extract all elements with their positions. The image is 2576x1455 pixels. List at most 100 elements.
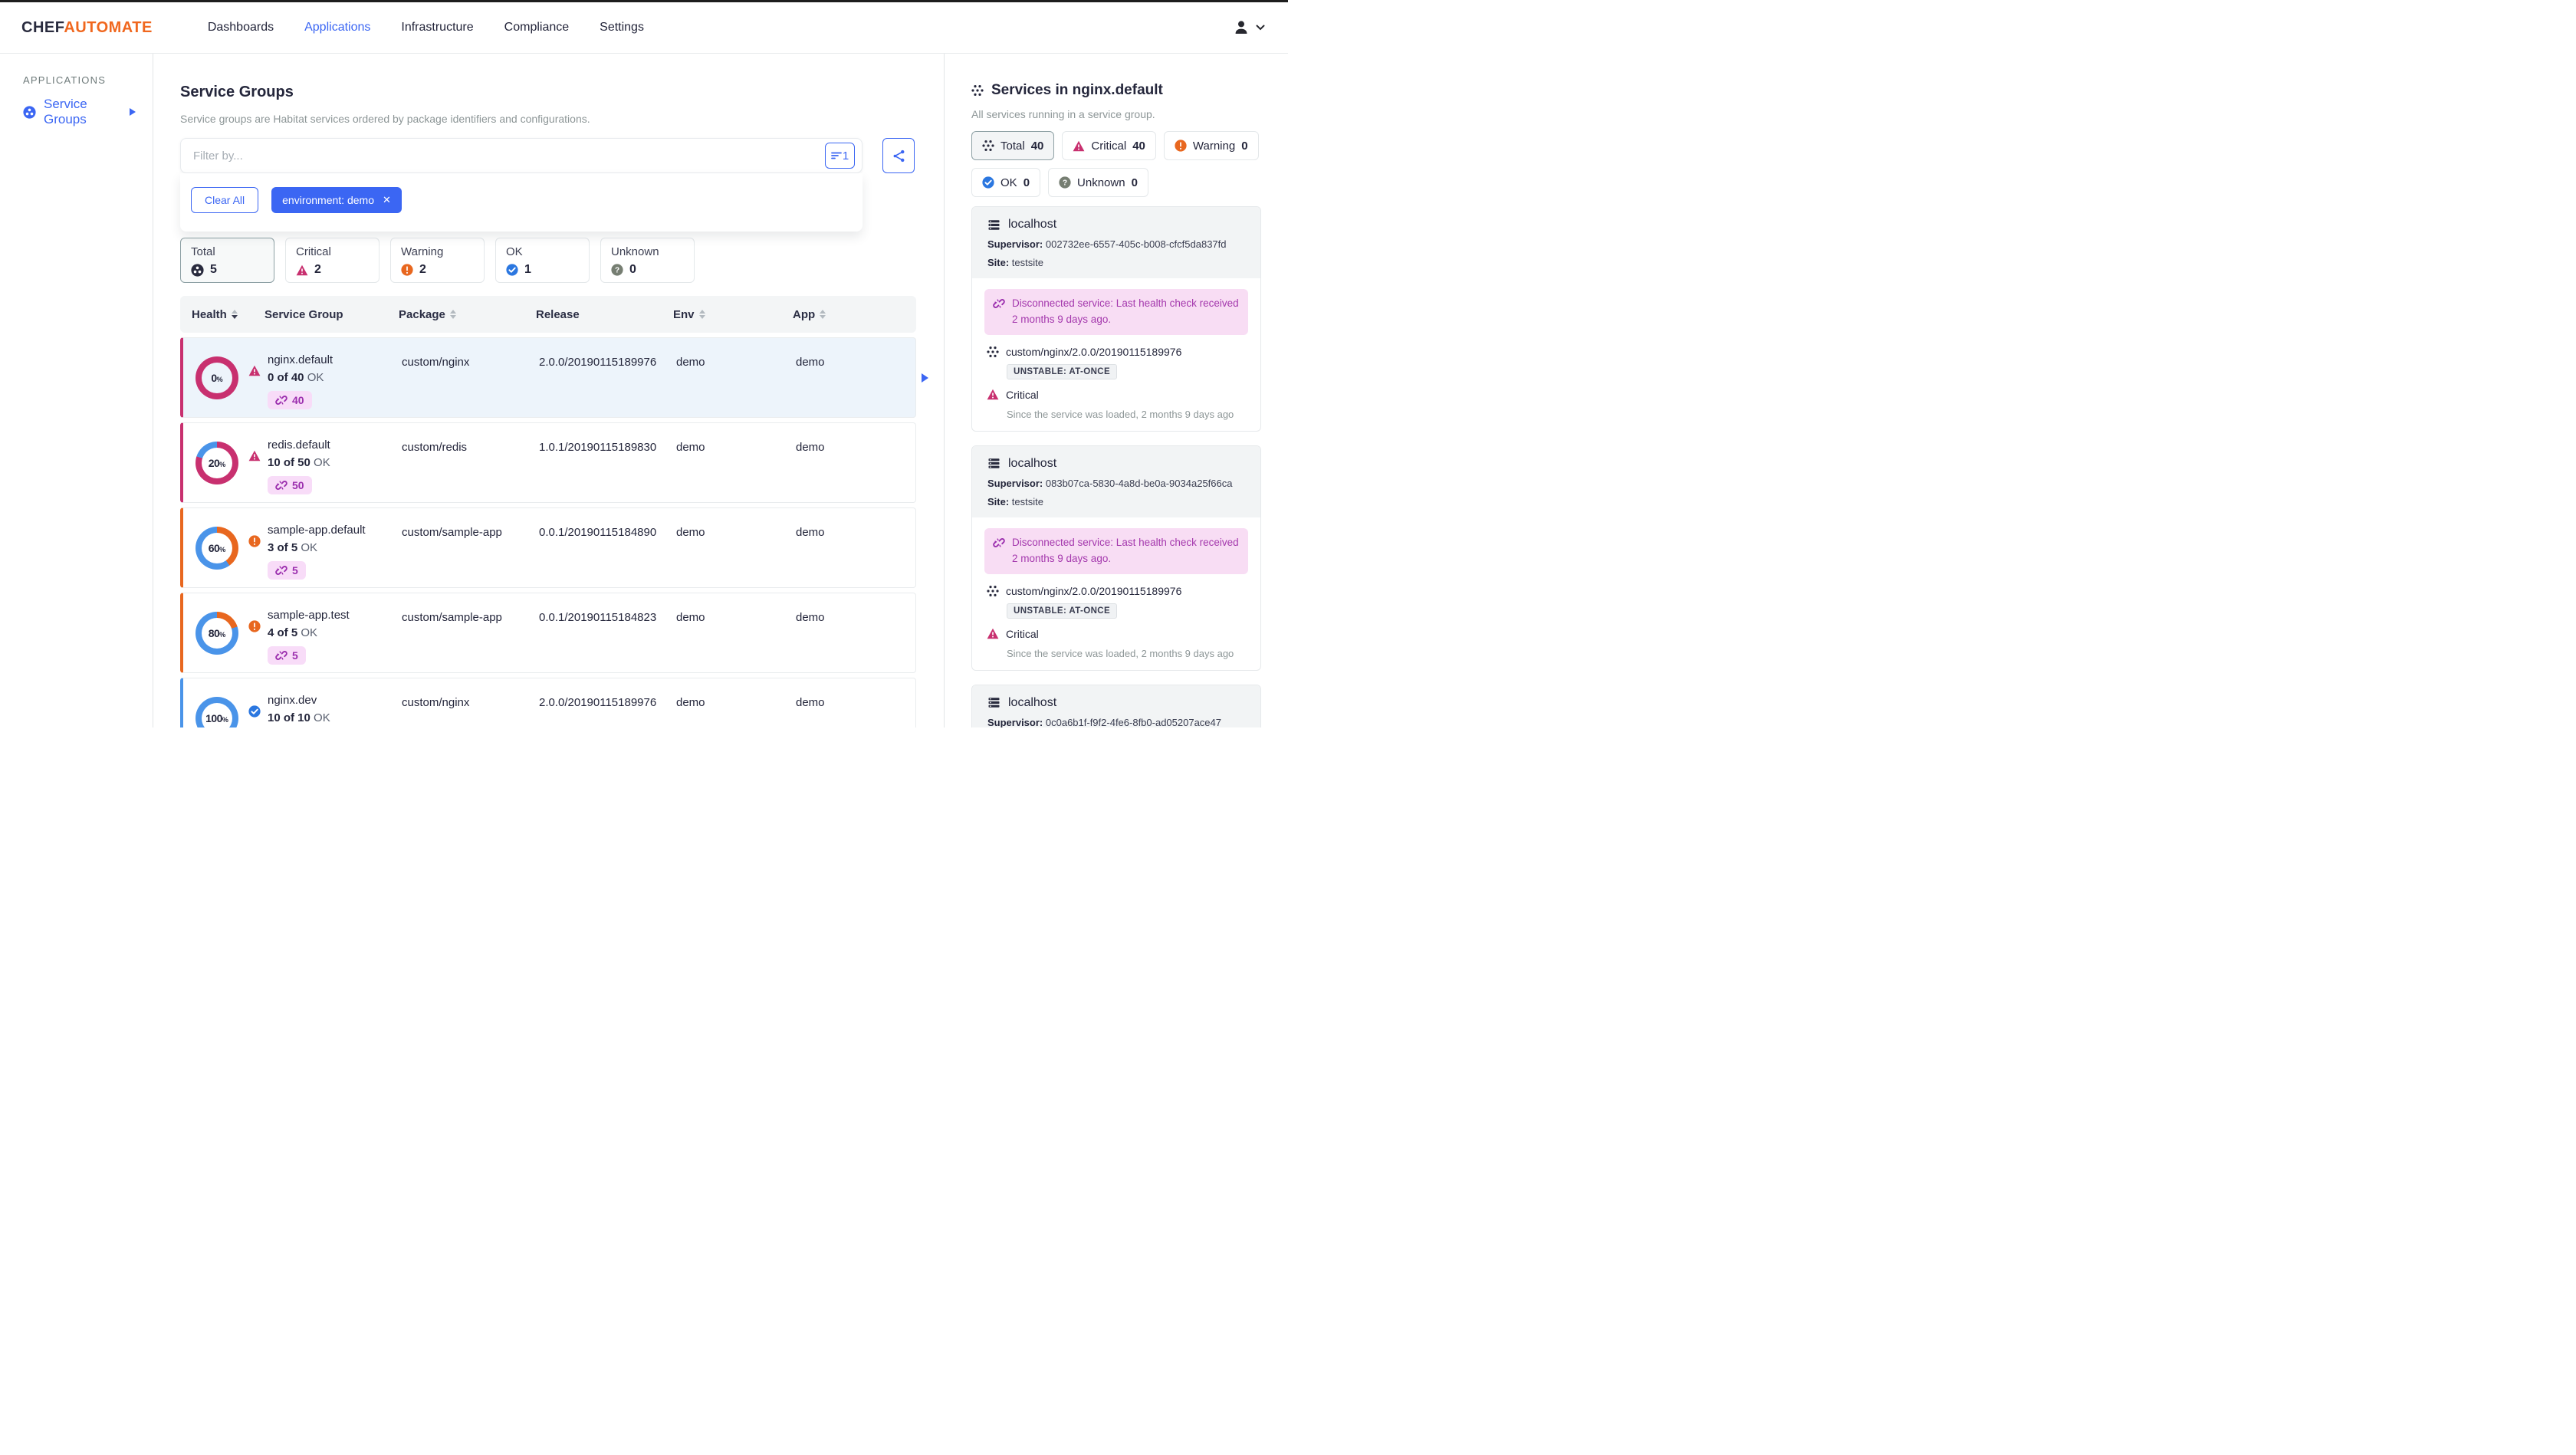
supervisor-id: Supervisor: 002732ee-6557-405c-b008-cfcf…: [987, 238, 1227, 250]
sort-arrows-icon: [820, 310, 826, 319]
nav-link-applications[interactable]: Applications: [289, 21, 386, 34]
health-percent-ring: 0%: [196, 356, 238, 399]
column-header-health[interactable]: Health: [180, 308, 264, 321]
services-grid-icon: [987, 346, 999, 358]
health-tab-count: 1: [524, 263, 531, 276]
column-header-release[interactable]: Release: [536, 308, 673, 321]
unknown-icon: ?: [1059, 176, 1071, 189]
status-badge-total[interactable]: Total 40: [971, 131, 1055, 160]
nav-link-compliance[interactable]: Compliance: [489, 21, 584, 34]
remove-filter-icon[interactable]: ✕: [383, 194, 391, 206]
ok-count: 10 of 50 OK: [268, 456, 330, 469]
service-card: localhost Supervisor: 002732ee-6557-405c…: [971, 206, 1261, 432]
table-header: Health Service Group Package Release Env…: [180, 296, 916, 333]
table-row[interactable]: 20% redis.default 10 of 50 OK 50 custom/…: [180, 422, 916, 503]
health-percent-ring: 20%: [196, 441, 238, 484]
column-header-env[interactable]: Env: [673, 308, 793, 321]
clear-all-button[interactable]: Clear All: [191, 187, 259, 213]
host-name: localhost: [1008, 695, 1057, 709]
service-group-name: sample-app.default: [268, 524, 366, 537]
critical-icon: [987, 628, 999, 639]
filter-input[interactable]: [181, 149, 825, 163]
filter-bar: 1: [180, 138, 863, 173]
status-badge-ok[interactable]: OK 0: [971, 168, 1041, 197]
package-cell: custom/sample-app: [402, 526, 502, 539]
service-health: Critical: [984, 389, 1248, 401]
env-cell: demo: [676, 696, 705, 709]
service-card-header: localhost Supervisor: 083b07ca-5830-4a8d…: [972, 445, 1260, 517]
nav-link-infrastructure[interactable]: Infrastructure: [386, 21, 488, 34]
service-package: custom/nginx/2.0.0/20190115189976: [984, 346, 1248, 358]
filter-count-button[interactable]: 1: [825, 143, 855, 169]
filter-zone: 1 Clear All environment: demo ✕: [180, 138, 916, 232]
health-tab-label: OK: [506, 245, 523, 258]
share-button[interactable]: [882, 138, 915, 173]
release-cell: 0.0.1/20190115184823: [539, 611, 657, 624]
host-name: localhost: [1008, 218, 1057, 231]
health-tab-critical[interactable]: Critical 2: [285, 238, 380, 283]
disconnected-link-icon: [275, 394, 288, 406]
svg-text:?: ?: [615, 267, 619, 275]
table-row[interactable]: 80% sample-app.test 4 of 5 OK 5 custom/s…: [180, 593, 916, 673]
status-badge-warning[interactable]: Warning 0: [1163, 131, 1259, 160]
nav-link-settings[interactable]: Settings: [584, 21, 659, 34]
service-group-name: redis.default: [268, 438, 330, 452]
health-tab-warning[interactable]: Warning 2: [390, 238, 485, 283]
status-badge-unknown[interactable]: ? Unknown 0: [1048, 168, 1148, 197]
sort-arrows-icon: [231, 310, 238, 319]
app-cell: demo: [796, 696, 825, 709]
service-groups-main: Service Groups Service groups are Habita…: [153, 54, 944, 728]
user-menu[interactable]: [1232, 18, 1265, 37]
filter-count: 1: [842, 149, 849, 163]
env-cell: demo: [676, 441, 705, 454]
column-header-app[interactable]: App: [793, 308, 901, 321]
disconnected-alert: Disconnected service: Last health check …: [984, 289, 1248, 335]
sidebar-item-label: Service Groups: [44, 97, 87, 126]
health-tab-ok[interactable]: OK 1: [495, 238, 590, 283]
health-tab-label: Unknown: [611, 245, 659, 258]
table-row[interactable]: 60% sample-app.default 3 of 5 OK 5 custo…: [180, 507, 916, 588]
update-strategy-badge: UNSTABLE: AT-ONCE: [1007, 603, 1118, 619]
nav-link-dashboards[interactable]: Dashboards: [192, 21, 289, 34]
status-badge-critical[interactable]: Critical 40: [1062, 131, 1156, 160]
disconnected-count-chip: 5: [268, 561, 306, 580]
disconnected-link-icon: [275, 479, 288, 491]
health-percent-ring: 60%: [196, 526, 238, 570]
env-cell: demo: [676, 611, 705, 624]
site: Site: testsite: [987, 257, 1043, 268]
share-icon: [892, 149, 906, 163]
sidebar-item-service-groups[interactable]: Service Groups: [23, 97, 136, 127]
package-cell: custom/redis: [402, 441, 468, 454]
health-tab-total[interactable]: Total 5: [180, 238, 274, 283]
health-tab-label: Total: [191, 245, 215, 258]
cluster-icon: [23, 105, 36, 119]
service-groups-table: Health Service Group Package Release Env…: [180, 296, 928, 728]
health-tab-count: 2: [419, 263, 426, 276]
chevron-down-icon: [1256, 25, 1265, 31]
filter-chip-label: environment: demo: [282, 194, 374, 206]
service-group-name: nginx.dev: [268, 694, 317, 707]
critical-icon: [296, 264, 308, 276]
service-card: localhost Supervisor: 0c0a6b1f-f9f2-4fe6…: [971, 684, 1261, 728]
services-grid-icon: [971, 84, 984, 97]
warning-icon: [1175, 140, 1187, 152]
table-row[interactable]: 100% nginx.dev 10 of 10 OK 10 custom/ngi…: [180, 678, 916, 728]
chef-automate-logo[interactable]: CHEFAUTOMATE: [21, 19, 153, 37]
health-since-text: Since the service was loaded, 2 months 9…: [1007, 408, 1234, 420]
unknown-icon: ?: [611, 264, 623, 276]
health-tab-count: 2: [314, 263, 321, 276]
health-tab-unknown[interactable]: Unknown ? 0: [600, 238, 695, 283]
warning-icon: [248, 619, 261, 632]
table-row[interactable]: 0% nginx.default 0 of 40 OK 40 custom/ng…: [180, 337, 928, 418]
column-header-package[interactable]: Package: [399, 308, 536, 321]
app-cell: demo: [796, 441, 825, 454]
ok-icon: [506, 264, 518, 276]
main-nav: Dashboards Applications Infrastructure Comp…: [192, 21, 659, 34]
column-header-service-group[interactable]: Service Group: [264, 308, 399, 321]
host-name: localhost: [1008, 456, 1057, 470]
service-package: custom/nginx/2.0.0/20190115189976: [984, 585, 1248, 597]
health-tab-count: 0: [629, 263, 636, 276]
app-cell: demo: [796, 611, 825, 624]
filter-chip[interactable]: environment: demo ✕: [271, 187, 402, 213]
ok-icon: [982, 176, 994, 189]
